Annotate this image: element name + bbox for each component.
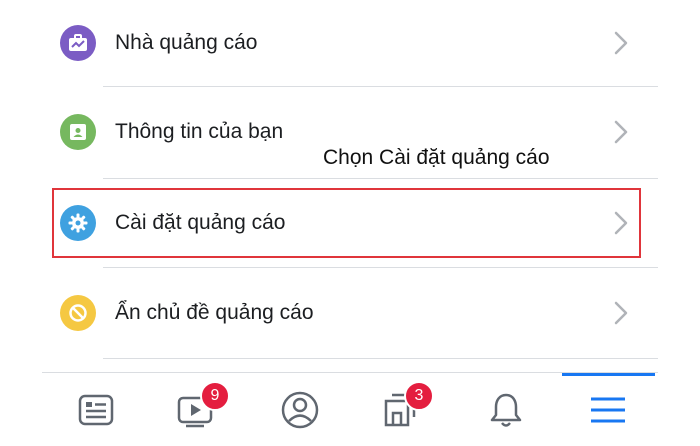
highlight-box (52, 188, 641, 258)
tab-watch[interactable]: 9 (156, 373, 236, 446)
chevron-right-icon (614, 31, 628, 55)
menu-item-advertisers[interactable]: Nhà quảng cáo (52, 0, 658, 86)
divider (103, 358, 658, 359)
bell-icon (490, 393, 522, 427)
menu-item-hide-ad-topics[interactable]: Ẩn chủ đề quảng cáo (52, 270, 658, 356)
tab-pages[interactable]: 3 (362, 373, 442, 446)
menu-item-label: Thông tin của bạn (115, 120, 284, 143)
news-feed-icon (78, 394, 114, 425)
notification-badge: 3 (404, 381, 434, 411)
chevron-right-icon (614, 120, 628, 144)
hamburger-menu-icon (591, 397, 625, 422)
bottom-tab-bar: 9 3 (0, 373, 700, 446)
annotation-text: Chọn Cài đặt quảng cáo (323, 146, 550, 169)
id-card-icon (60, 114, 96, 150)
chevron-right-icon (614, 301, 628, 325)
tab-notifications[interactable] (466, 373, 546, 446)
notification-badge: 9 (200, 381, 230, 411)
menu-item-label: Ẩn chủ đề quảng cáo (115, 301, 314, 324)
tab-profile[interactable] (260, 373, 340, 446)
block-icon (60, 295, 96, 331)
divider (103, 267, 658, 268)
tab-menu[interactable] (568, 373, 648, 446)
briefcase-icon (60, 25, 96, 61)
divider (103, 86, 658, 87)
profile-icon (281, 391, 319, 428)
divider (103, 178, 658, 179)
tab-news-feed[interactable] (56, 373, 136, 446)
menu-item-label: Nhà quảng cáo (115, 31, 258, 54)
